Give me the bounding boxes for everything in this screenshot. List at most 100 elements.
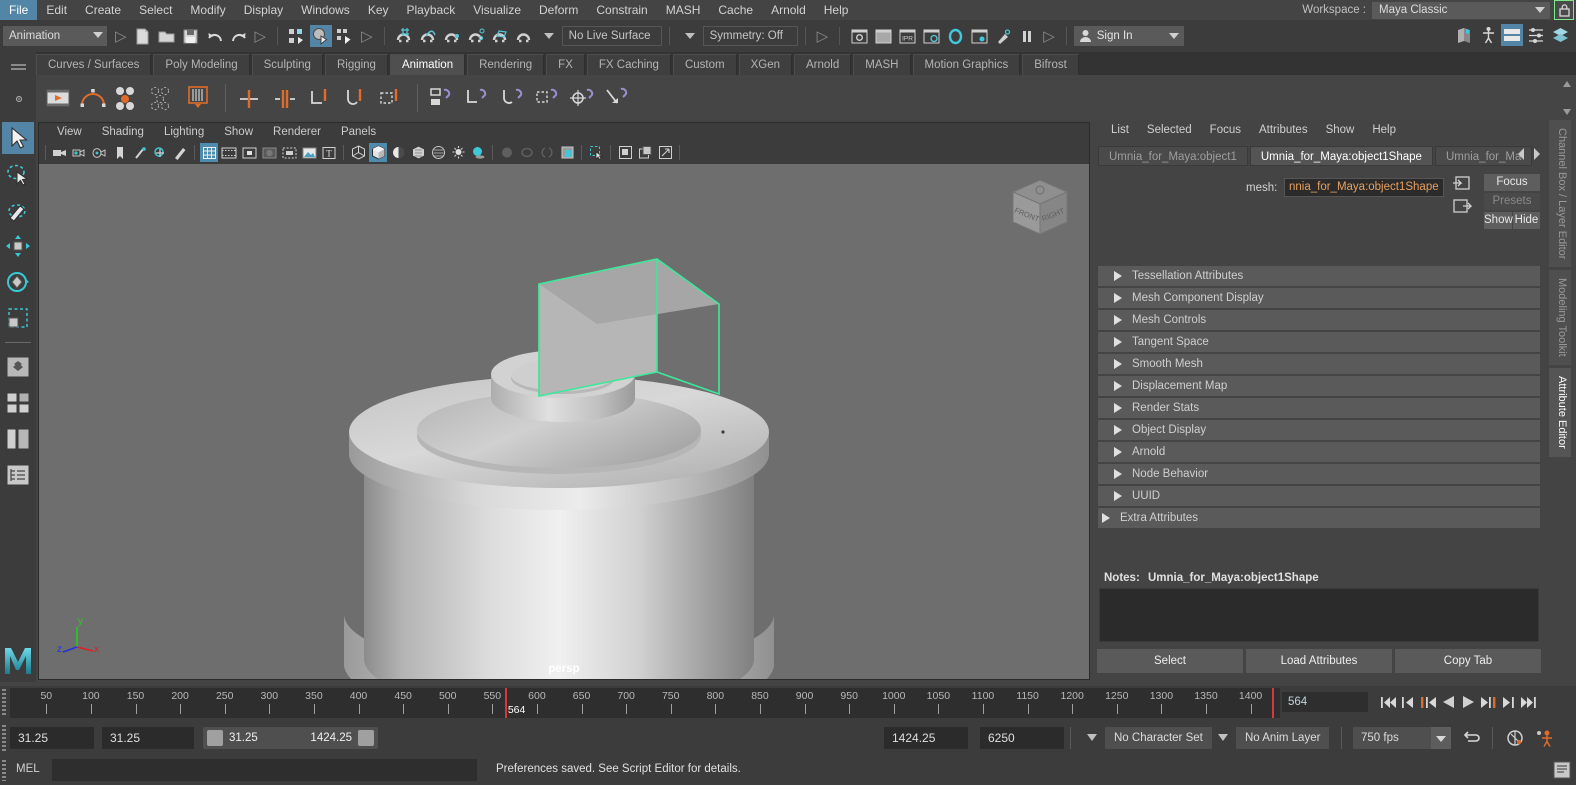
- snap-to-projected-button[interactable]: [465, 25, 487, 47]
- range-slider-right-handle[interactable]: [358, 730, 374, 746]
- viewport-menu-lighting[interactable]: Lighting: [154, 123, 214, 142]
- 3d-viewport[interactable]: FRONT RIGHT y x z persp: [39, 164, 1089, 679]
- select-by-component-button[interactable]: [334, 25, 356, 47]
- shelf-scroll-arrows[interactable]: [1560, 76, 1574, 120]
- delete-keys-button[interactable]: [374, 81, 406, 115]
- playback-end-time-field[interactable]: 1424.25: [884, 727, 968, 749]
- save-scene-button[interactable]: [180, 25, 202, 47]
- duplicate-view-button[interactable]: [636, 143, 654, 162]
- viewport-menu-view[interactable]: View: [47, 123, 92, 142]
- ae-section-smooth-mesh[interactable]: Smooth Mesh: [1098, 354, 1540, 374]
- text-overlay-button[interactable]: T: [320, 143, 338, 162]
- menu-file[interactable]: File: [0, 0, 38, 20]
- select-by-object-button[interactable]: [310, 25, 333, 47]
- loop-playback-button[interactable]: [1463, 731, 1481, 745]
- viewport-menu-show[interactable]: Show: [214, 123, 263, 142]
- go-to-end-button[interactable]: [1518, 691, 1538, 713]
- animation-preferences-button[interactable]: [1505, 728, 1525, 748]
- play-backwards-button[interactable]: [1438, 691, 1458, 713]
- cut-link-button[interactable]: [426, 81, 458, 115]
- image-plane-button[interactable]: [131, 143, 149, 162]
- script-editor-button[interactable]: [1552, 760, 1572, 780]
- tab-scroll-arrows[interactable]: [1516, 146, 1542, 162]
- shadows-button[interactable]: [469, 143, 487, 162]
- show-hide-attribute-editor-button[interactable]: [1501, 24, 1523, 46]
- menu-cache[interactable]: Cache: [709, 0, 762, 20]
- gear-icon[interactable]: [14, 94, 24, 104]
- use-all-lights-button[interactable]: [449, 143, 467, 162]
- make-live-button[interactable]: [513, 25, 535, 47]
- menu-help[interactable]: Help: [815, 0, 858, 20]
- range-slider-left-handle[interactable]: [207, 730, 223, 746]
- grease-pencil-button[interactable]: [171, 143, 189, 162]
- shelf-tab-poly-modeling[interactable]: Poly Modeling: [153, 54, 250, 75]
- ae-button-select[interactable]: Select: [1097, 649, 1243, 673]
- redo-render-button[interactable]: [872, 25, 894, 47]
- current-time-indicator[interactable]: [504, 688, 507, 718]
- depth-of-field-button[interactable]: [518, 143, 536, 162]
- ae-menu-show[interactable]: Show: [1317, 124, 1364, 136]
- chevron-down-icon[interactable]: [543, 33, 554, 39]
- menu-visualize[interactable]: Visualize: [464, 0, 530, 20]
- render-current-frame-button[interactable]: [848, 25, 870, 47]
- character-preferences-button[interactable]: [1534, 728, 1554, 748]
- shelf-tab-bifrost[interactable]: Bifrost: [1022, 54, 1079, 75]
- shelf-tab-sculpting[interactable]: Sculpting: [251, 54, 323, 75]
- screen-space-ao-button[interactable]: [429, 143, 447, 162]
- anim-layer-field[interactable]: No Anim Layer: [1236, 727, 1330, 749]
- shelf-tab-motion-graphics[interactable]: Motion Graphics: [912, 54, 1021, 75]
- camera-attributes-button[interactable]: [71, 143, 89, 162]
- step-forward-range-button[interactable]: [1498, 691, 1518, 713]
- anim-layer-dropdown-arrow[interactable]: [1218, 734, 1228, 741]
- shelf-tab-rendering[interactable]: Rendering: [467, 54, 545, 75]
- step-forward-key-button[interactable]: [1478, 691, 1498, 713]
- shelf-tab-mash[interactable]: MASH: [853, 54, 911, 75]
- ae-section-render-stats[interactable]: Render Stats: [1098, 398, 1540, 418]
- lock-workspace-button[interactable]: [1554, 0, 1574, 20]
- focus-button[interactable]: Focus: [1484, 174, 1540, 191]
- playback-start-time-field[interactable]: 31.25: [102, 727, 194, 749]
- ae-section-uuid[interactable]: UUID: [1098, 486, 1540, 506]
- ae-menu-selected[interactable]: Selected: [1138, 124, 1201, 136]
- step-back-range-button[interactable]: [1398, 691, 1418, 713]
- mesh-name-input[interactable]: nnia_for_Maya:object1Shape: [1284, 178, 1444, 197]
- animation-end-time-field[interactable]: 6250: [980, 727, 1064, 749]
- ae-section-tangent-space[interactable]: Tangent Space: [1098, 332, 1540, 352]
- shelf-tab-arnold[interactable]: Arnold: [794, 54, 852, 75]
- ae-section-mesh-controls[interactable]: Mesh Controls: [1098, 310, 1540, 330]
- xray-button[interactable]: [558, 143, 576, 162]
- ae-section-tessellation-attributes[interactable]: Tessellation Attributes: [1098, 266, 1540, 286]
- two-d-pan-zoom-button[interactable]: [151, 143, 169, 162]
- viewport-menu-renderer[interactable]: Renderer: [263, 123, 331, 142]
- delete-link-button[interactable]: [531, 81, 563, 115]
- time-slider-grip[interactable]: [2, 689, 6, 717]
- rotate-tool-button[interactable]: [2, 266, 34, 298]
- show-button[interactable]: Show: [1484, 212, 1513, 229]
- isolate-select-button[interactable]: [587, 143, 605, 162]
- ae-menu-attributes[interactable]: Attributes: [1250, 124, 1317, 136]
- right-tab-attribute-editor[interactable]: Attribute Editor: [1549, 368, 1571, 457]
- ae-menu-help[interactable]: Help: [1363, 124, 1405, 136]
- shelf-tab-animation[interactable]: Animation: [389, 54, 466, 75]
- live-surface-field[interactable]: No Live Surface: [561, 26, 662, 46]
- shaded-wireframe-button[interactable]: [389, 143, 407, 162]
- set-key-rotate-button[interactable]: [147, 81, 179, 115]
- menu-key[interactable]: Key: [359, 0, 398, 20]
- chevron-right-icon[interactable]: [1531, 146, 1542, 162]
- menu-arnold[interactable]: Arnold: [762, 0, 815, 20]
- snap-to-view-plane-button[interactable]: [489, 25, 511, 47]
- menu-set-dropdown[interactable]: Animation: [3, 26, 107, 46]
- animation-start-time-field[interactable]: 31.25: [10, 727, 94, 749]
- set-key-button[interactable]: [42, 81, 74, 115]
- ae-section-displacement-map[interactable]: Displacement Map: [1098, 376, 1540, 396]
- ae-section-node-behavior[interactable]: Node Behavior: [1098, 464, 1540, 484]
- new-scene-button[interactable]: [132, 25, 154, 47]
- ae-node-tab-1[interactable]: Umnia_for_Maya:object1Shape: [1249, 146, 1433, 166]
- select-tool-button[interactable]: [2, 122, 34, 154]
- viewport-resize-button[interactable]: [656, 143, 674, 162]
- grid-toggle-button[interactable]: [200, 143, 218, 162]
- paste-link-button[interactable]: [496, 81, 528, 115]
- anti-alias-button[interactable]: [538, 143, 556, 162]
- workspace-dropdown[interactable]: Maya Classic: [1372, 1, 1550, 19]
- go-to-start-button[interactable]: [1378, 691, 1398, 713]
